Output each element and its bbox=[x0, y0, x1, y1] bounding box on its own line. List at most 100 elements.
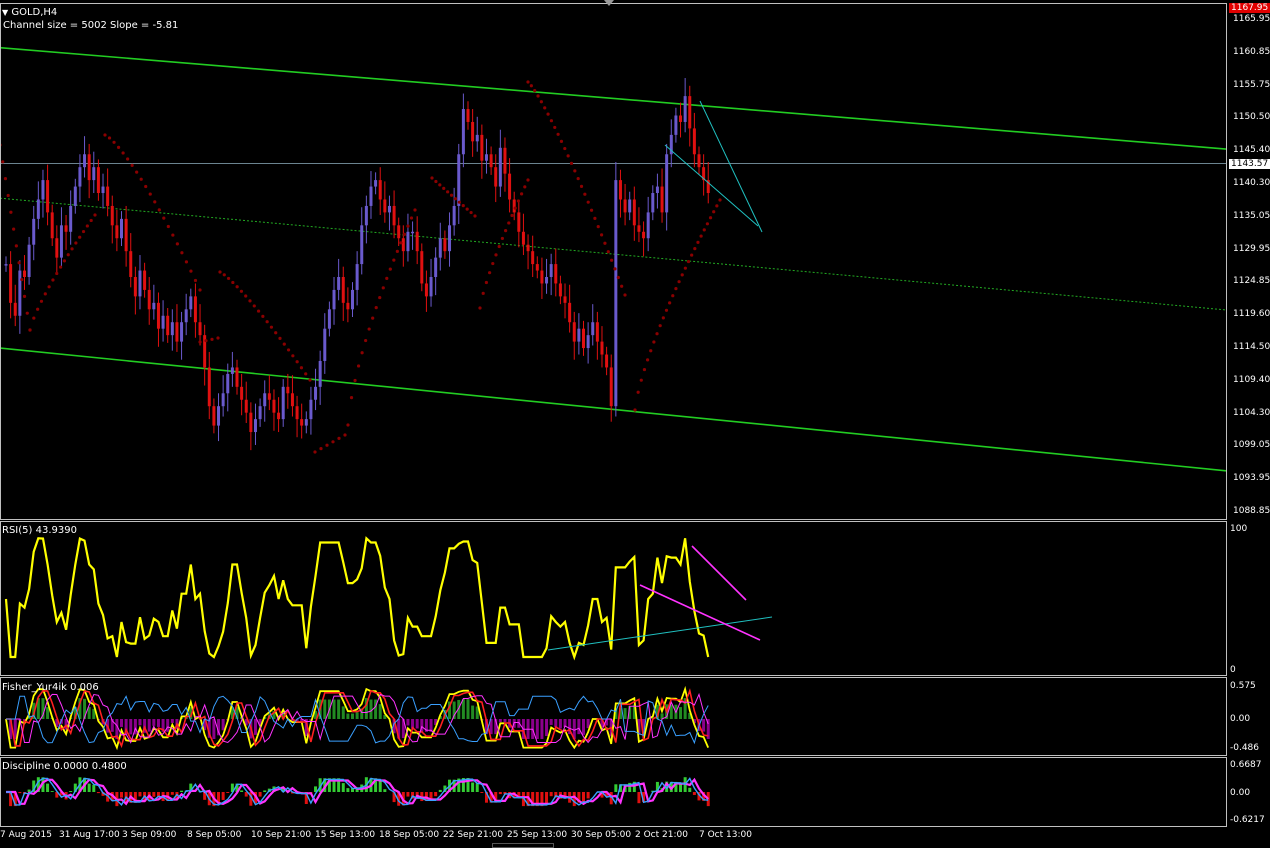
discipline-histogram-bar bbox=[170, 792, 174, 795]
price-bar-body bbox=[96, 167, 100, 194]
price-bar-body bbox=[189, 296, 193, 310]
discipline-histogram-bar bbox=[637, 792, 641, 804]
sar-dot bbox=[231, 280, 235, 285]
sar-dot bbox=[513, 206, 517, 210]
price-bar-body bbox=[27, 244, 31, 278]
sar-dot bbox=[702, 228, 706, 232]
sar-dot bbox=[325, 443, 329, 447]
price-bar-body bbox=[4, 264, 8, 266]
sar-dot bbox=[22, 294, 27, 298]
sar-dot bbox=[708, 216, 713, 220]
price-bar-body bbox=[115, 225, 119, 239]
sar-dot bbox=[636, 390, 640, 394]
sar-dot bbox=[282, 342, 286, 346]
sar-dot bbox=[216, 336, 220, 340]
time-axis-label: 8 Sep 05:00 bbox=[187, 830, 242, 840]
chart-shift-marker-icon[interactable] bbox=[604, 0, 614, 6]
sar-dot bbox=[613, 267, 617, 271]
price-bar-body bbox=[221, 393, 225, 407]
discipline-histogram-bar bbox=[688, 787, 692, 792]
sar-dot bbox=[144, 184, 148, 189]
horizontal-scroll-thumb[interactable] bbox=[492, 843, 554, 848]
sar-dot bbox=[620, 284, 624, 288]
sar-dot bbox=[500, 236, 504, 241]
price-bar-body bbox=[290, 393, 294, 407]
sar-dot bbox=[235, 285, 239, 289]
sar-dot bbox=[55, 271, 59, 276]
sar-dot bbox=[70, 247, 74, 251]
price-bar-body bbox=[147, 289, 151, 310]
sar-dot bbox=[566, 154, 570, 158]
sar-dot bbox=[346, 423, 350, 427]
price-bar-body bbox=[683, 96, 687, 122]
discipline-histogram-bar bbox=[498, 792, 502, 795]
discipline-histogram-bar bbox=[471, 782, 475, 792]
discipline-histogram-bar bbox=[545, 792, 549, 804]
sar-dot bbox=[112, 140, 116, 144]
price-axis-label: 1160.85 bbox=[1233, 46, 1270, 57]
price-bar-body bbox=[161, 315, 165, 329]
price-bar-body bbox=[582, 328, 585, 349]
price-bar-body bbox=[623, 199, 627, 213]
current-price-tag: 1143.57 bbox=[1229, 159, 1270, 169]
sar-dot bbox=[9, 210, 13, 214]
sar-dot bbox=[553, 125, 557, 130]
sar-dot bbox=[51, 278, 55, 282]
price-bar-body bbox=[170, 322, 174, 336]
sar-dot bbox=[616, 275, 620, 280]
price-bar-body bbox=[406, 231, 410, 252]
mt4-chart-window[interactable]: ▼ GOLD,H4 Channel size = 5002 Slope = -5… bbox=[0, 0, 1270, 848]
price-axis-label: 1165.95 bbox=[1233, 14, 1270, 24]
fisher-histogram-bar bbox=[152, 719, 156, 726]
discipline-label: Discipline 0.0000 0.4800 bbox=[2, 761, 127, 772]
price-axis-label: 1093.95 bbox=[1233, 473, 1270, 484]
fisher-histogram-bar bbox=[147, 719, 151, 732]
sar-dot bbox=[526, 80, 530, 84]
price-bar-body bbox=[36, 199, 40, 219]
discipline-histogram-bar bbox=[692, 792, 696, 795]
sar-dot bbox=[603, 241, 607, 245]
price-bar-body bbox=[364, 205, 368, 226]
dropdown-triangle-icon[interactable]: ▼ bbox=[2, 8, 8, 17]
price-bar-body bbox=[660, 186, 664, 213]
sar-dot bbox=[0, 143, 2, 147]
price-axis-label: 1124.85 bbox=[1233, 276, 1270, 287]
sar-dot bbox=[652, 340, 656, 344]
sar-dot bbox=[371, 316, 375, 320]
rsi-line bbox=[4, 536, 710, 661]
sar-dot bbox=[606, 250, 610, 254]
price-bar-body bbox=[235, 367, 239, 387]
sar-dot bbox=[252, 304, 256, 308]
trendline-upper bbox=[699, 100, 763, 233]
sar-dot bbox=[718, 198, 722, 202]
rsi-support-line bbox=[547, 616, 773, 651]
time-axis-label: 7 Aug 2015 bbox=[0, 830, 52, 840]
time-axis-label: 18 Sep 05:00 bbox=[379, 830, 440, 840]
fisher-histogram-bar bbox=[535, 719, 539, 739]
price-bar-body bbox=[267, 393, 271, 400]
sar-dot bbox=[406, 224, 410, 228]
price-bar-body bbox=[531, 251, 535, 265]
chart-canvas[interactable] bbox=[0, 0, 1270, 848]
sar-dot bbox=[576, 176, 580, 181]
sar-dot bbox=[388, 267, 392, 271]
rsi-magenta-line-1 bbox=[639, 584, 761, 641]
discipline-histogram-bar bbox=[87, 783, 91, 792]
time-axis-label: 3 Sep 09:00 bbox=[122, 830, 177, 840]
sar-dot bbox=[671, 294, 675, 298]
sar-dot bbox=[198, 340, 202, 344]
sar-dot bbox=[210, 337, 214, 341]
fisher-histogram-bar bbox=[461, 699, 465, 719]
discipline-histogram-bar bbox=[263, 790, 267, 792]
sar-dot bbox=[12, 227, 16, 231]
price-bar-body bbox=[152, 302, 156, 310]
sar-dot bbox=[664, 308, 669, 312]
price-bar-body bbox=[138, 270, 142, 297]
fisher-histogram-bar bbox=[346, 713, 350, 719]
price-bar-body bbox=[679, 115, 683, 122]
price-bar-body bbox=[383, 199, 387, 213]
sar-dot bbox=[171, 233, 175, 237]
sar-dot bbox=[222, 273, 226, 277]
price-bar-body bbox=[508, 173, 512, 200]
price-axis-label: 1114.50 bbox=[1233, 342, 1270, 352]
